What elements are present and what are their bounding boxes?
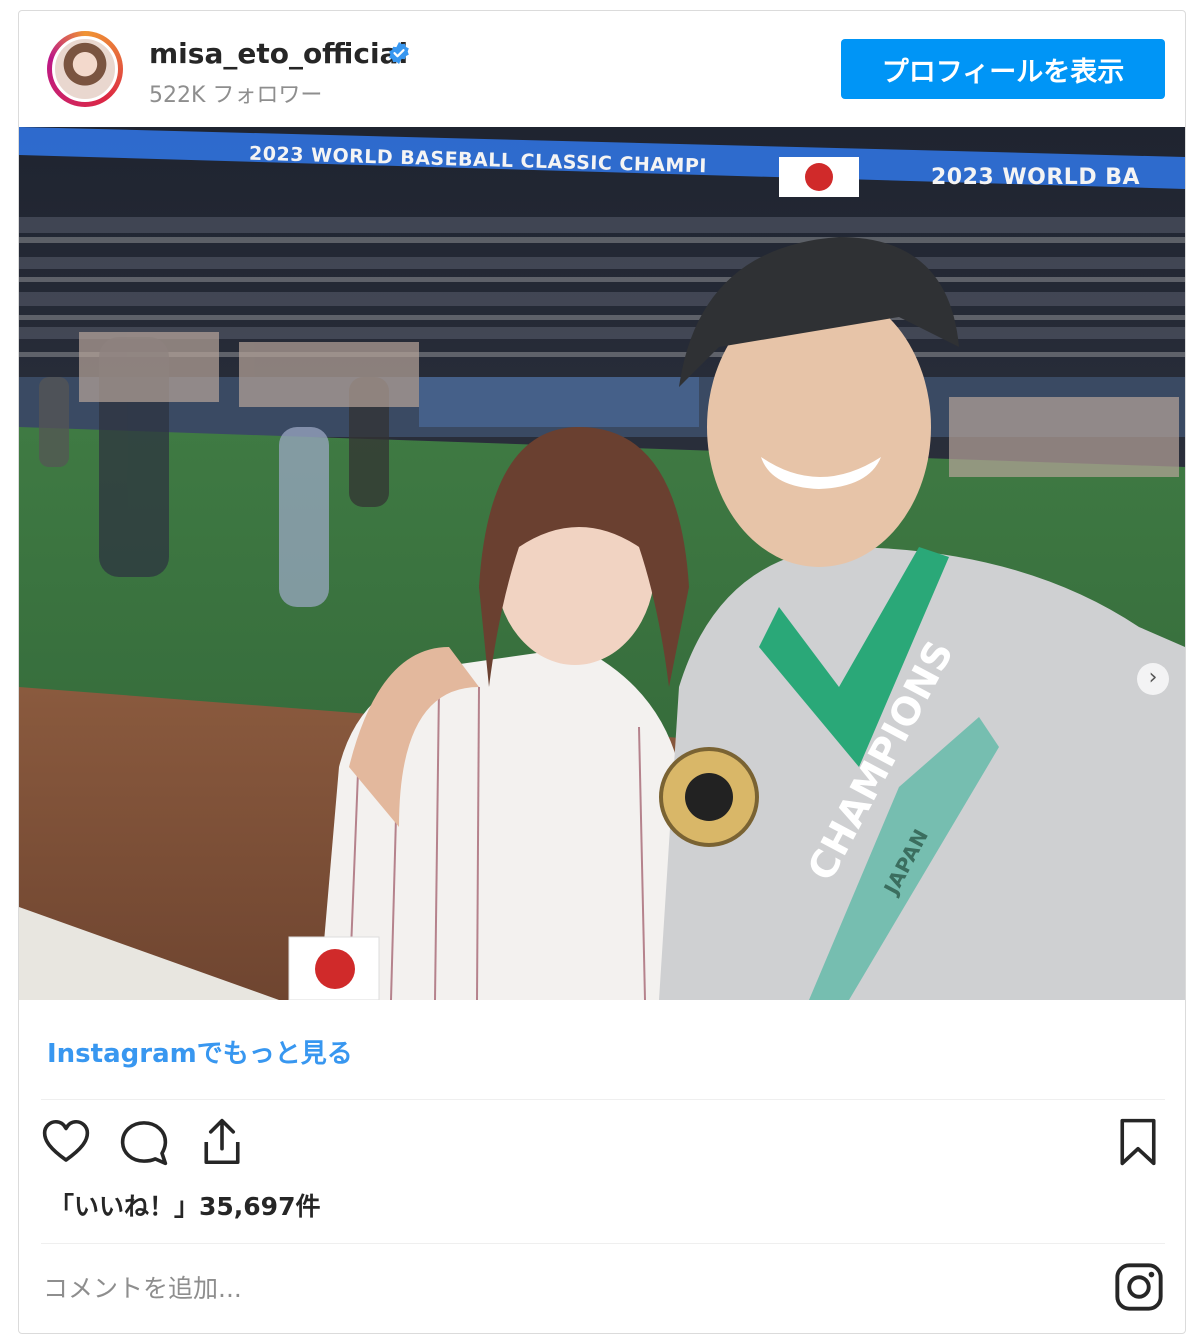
stadium-banner-text-right: 2023 WORLD BA bbox=[931, 165, 1141, 190]
divider bbox=[41, 1243, 1165, 1244]
like-count: 「いいね！」35,697件 bbox=[49, 1192, 321, 1221]
follower-count: 522K フォロワー bbox=[149, 83, 323, 108]
avatar[interactable] bbox=[47, 31, 123, 107]
divider bbox=[41, 1099, 1165, 1100]
comment-input[interactable] bbox=[41, 1261, 1105, 1315]
share-icon[interactable] bbox=[195, 1115, 249, 1169]
next-slide-button[interactable]: › bbox=[1137, 663, 1169, 695]
view-profile-button[interactable]: プロフィールを表示 bbox=[841, 39, 1165, 99]
view-more-on-instagram-link[interactable]: Instagramでもっと見る bbox=[47, 1033, 353, 1070]
photo-illustration bbox=[19, 127, 1185, 1000]
username[interactable]: misa_eto_official bbox=[149, 37, 408, 70]
comment-icon[interactable] bbox=[117, 1115, 171, 1169]
avatar-image bbox=[52, 36, 118, 102]
post-photo[interactable]: 2023 WORLD BASEBALL CLASSIC CHAMPI 2023 … bbox=[19, 127, 1185, 1000]
instagram-embed-card: misa_eto_official 522K フォロワー プロフィールを表示 2… bbox=[18, 10, 1186, 1334]
verified-badge-icon bbox=[389, 42, 409, 64]
heart-icon[interactable] bbox=[39, 1115, 93, 1169]
bookmark-icon[interactable] bbox=[1111, 1115, 1165, 1169]
instagram-icon[interactable] bbox=[1113, 1261, 1165, 1313]
